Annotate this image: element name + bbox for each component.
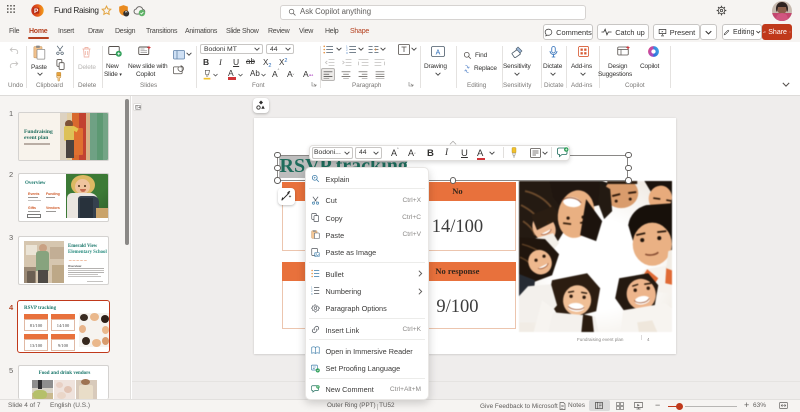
svg-text:P: P bbox=[34, 8, 39, 15]
svg-text:A: A bbox=[436, 49, 441, 56]
svg-text:2: 2 bbox=[346, 48, 348, 52]
svg-text:1: 1 bbox=[346, 45, 348, 48]
svg-text:1: 1 bbox=[311, 286, 313, 289]
